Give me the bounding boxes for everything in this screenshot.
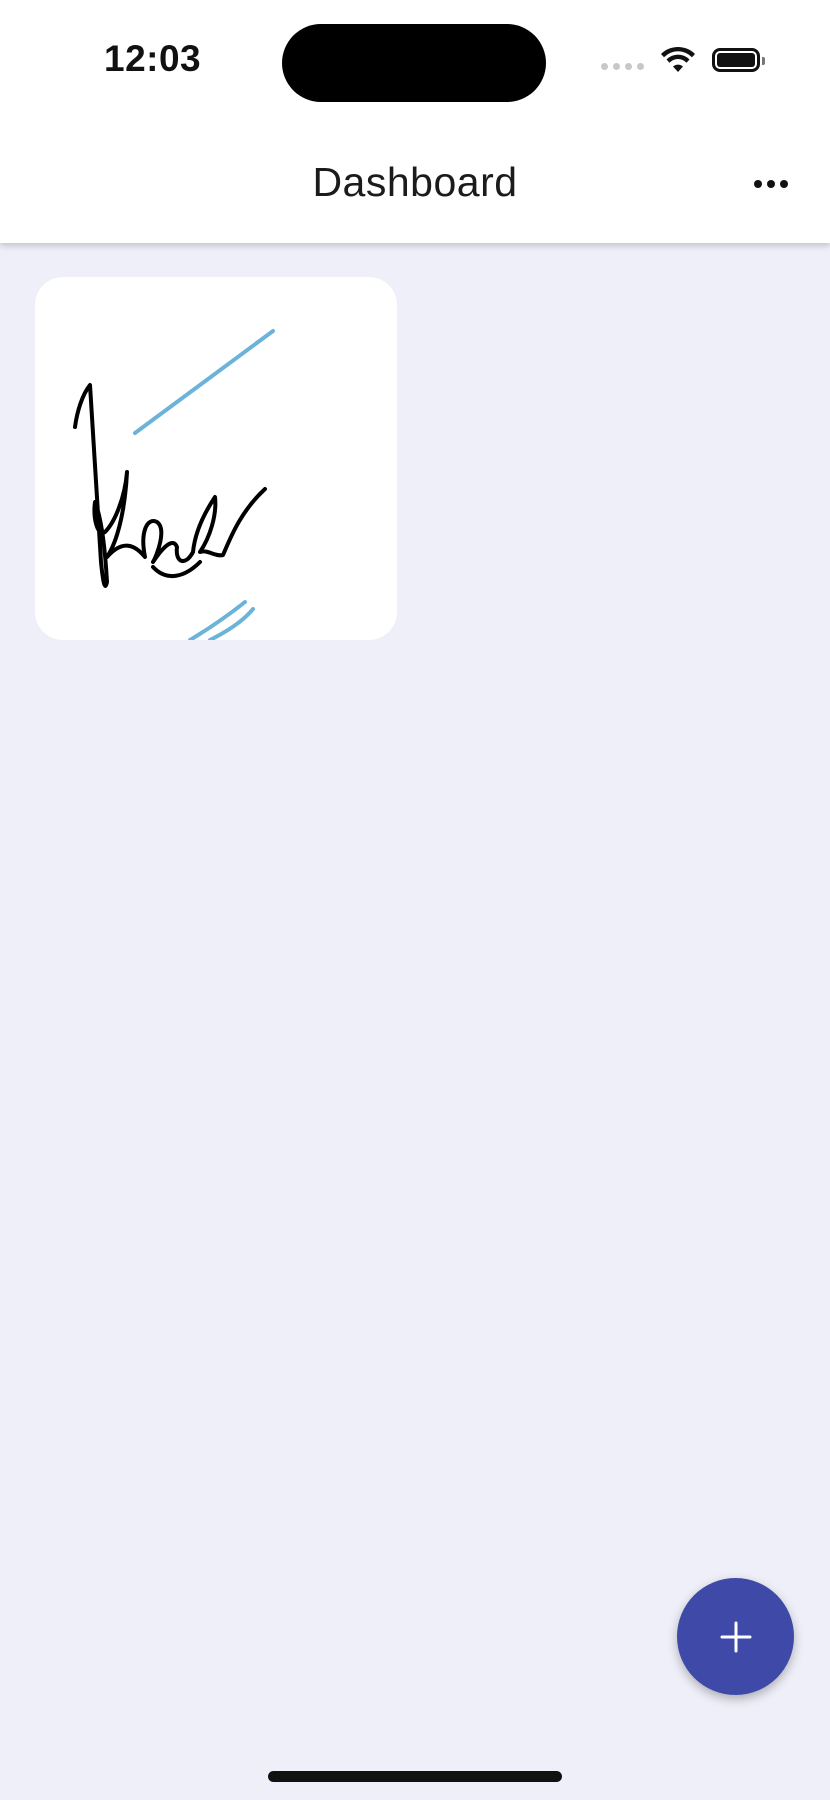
dashboard-screen: 12:03 Dashboard [0, 0, 830, 1800]
battery-icon [712, 48, 765, 72]
signature-card[interactable] [35, 277, 397, 640]
home-indicator [268, 1771, 562, 1782]
more-options-button[interactable] [744, 164, 798, 204]
top-bar: 12:03 Dashboard [0, 0, 830, 243]
dynamic-island [282, 24, 546, 102]
status-icons [601, 46, 765, 74]
plus-icon [720, 1621, 751, 1652]
wifi-icon [661, 46, 695, 72]
more-horizontal-icon [754, 180, 762, 188]
cellular-signal-icon [601, 62, 644, 70]
signature-drawing [73, 329, 275, 640]
page-title: Dashboard [312, 159, 518, 205]
status-time: 12:03 [104, 38, 202, 79]
add-signature-button[interactable] [677, 1578, 794, 1695]
